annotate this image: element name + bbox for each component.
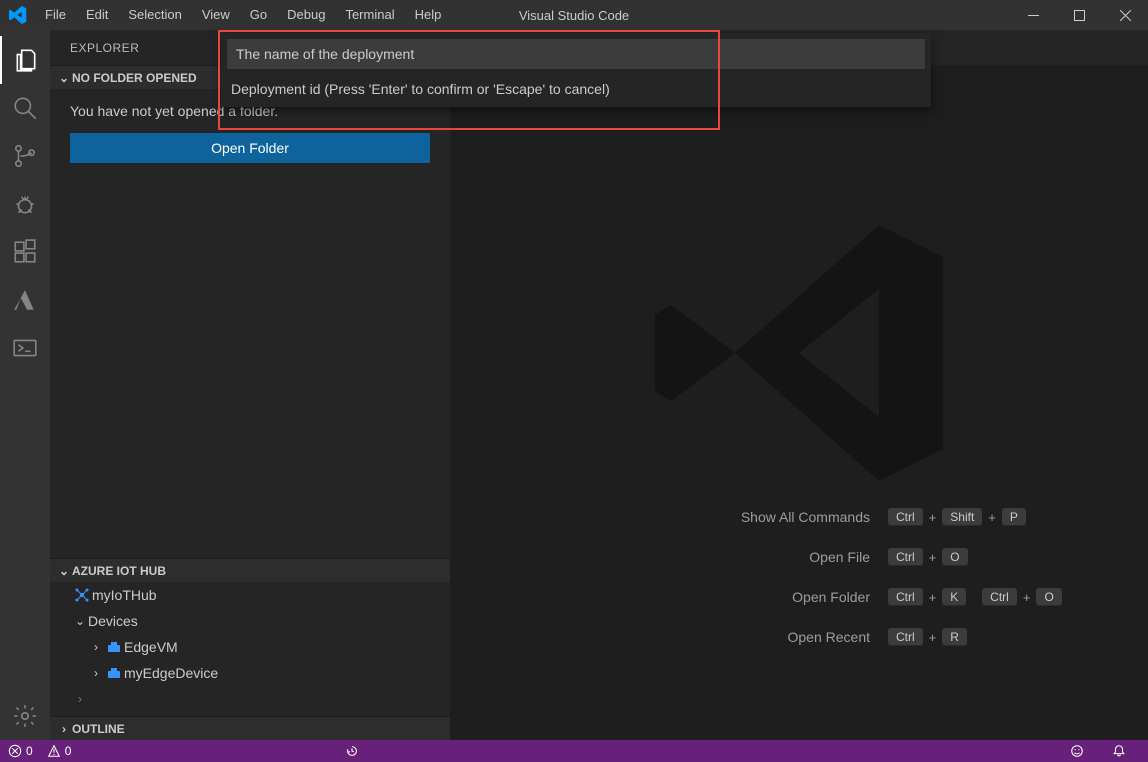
maximize-button[interactable]	[1056, 0, 1102, 30]
key-ctrl: Ctrl	[888, 548, 923, 566]
tree-devices[interactable]: ⌄ Devices	[50, 608, 450, 634]
close-button[interactable]	[1102, 0, 1148, 30]
menu-selection[interactable]: Selection	[118, 0, 191, 30]
shortcut-label: Show All Commands	[540, 509, 870, 525]
chevron-right-icon: ›	[72, 692, 88, 706]
status-warnings[interactable]: 0	[47, 744, 72, 758]
activity-source-control[interactable]	[0, 132, 50, 180]
sidebar-explorer: EXPLORER ⌄ NO FOLDER OPENED You have not…	[50, 30, 450, 740]
vscode-logo-icon	[0, 6, 35, 24]
activity-azure[interactable]	[0, 276, 50, 324]
no-folder-section-label: NO FOLDER OPENED	[72, 71, 197, 85]
tree-iothub-label: myIoTHub	[92, 587, 157, 603]
key-o: O	[1036, 588, 1061, 606]
shortcut-label: Open Recent	[540, 629, 870, 645]
smiley-icon	[1070, 744, 1084, 758]
activity-powershell[interactable]	[0, 324, 50, 372]
tree-device-label: EdgeVM	[124, 639, 178, 655]
status-feedback[interactable]	[1070, 744, 1084, 758]
key-ctrl: Ctrl	[888, 628, 923, 646]
activity-search[interactable]	[0, 84, 50, 132]
status-history[interactable]	[345, 744, 359, 758]
azure-iot-hub-section-header[interactable]: ⌄ AZURE IOT HUB	[50, 558, 450, 582]
tree-device-myedgedevice[interactable]: › myEdgeDevice	[50, 660, 450, 686]
activity-explorer[interactable]	[0, 36, 50, 84]
tree-device-edgevm[interactable]: › EdgeVM	[50, 634, 450, 660]
command-input-field-wrapper	[227, 39, 925, 69]
shortcut-open-recent: Open Recent Ctrl+ R	[540, 628, 1058, 646]
vscode-watermark	[639, 193, 959, 513]
status-error-count: 0	[26, 744, 33, 758]
key-ctrl: Ctrl	[982, 588, 1017, 606]
editor-area: Show All Commands Ctrl+ Shift+ P Open Fi…	[450, 30, 1148, 740]
bell-icon	[1112, 744, 1126, 758]
shortcut-label: Open File	[540, 549, 870, 565]
menu-go[interactable]: Go	[240, 0, 277, 30]
azure-iot-tree: myIoTHub ⌄ Devices › EdgeVM ›	[50, 582, 450, 716]
key-p: P	[1002, 508, 1026, 526]
status-errors[interactable]: 0	[8, 744, 33, 758]
menu-terminal[interactable]: Terminal	[335, 0, 404, 30]
key-ctrl: Ctrl	[888, 508, 923, 526]
key-ctrl: Ctrl	[888, 588, 923, 606]
key-shift: Shift	[942, 508, 982, 526]
chevron-down-icon: ⌄	[72, 614, 88, 628]
shortcut-show-commands: Show All Commands Ctrl+ Shift+ P	[540, 508, 1058, 526]
key-r: R	[942, 628, 967, 646]
status-bar: 0 0	[0, 740, 1148, 762]
window-controls	[1010, 0, 1148, 30]
title-bar: File Edit Selection View Go Debug Termin…	[0, 0, 1148, 30]
tree-devices-label: Devices	[88, 613, 138, 629]
menu-file[interactable]: File	[35, 0, 76, 30]
chevron-down-icon: ⌄	[56, 71, 72, 85]
error-icon	[8, 744, 22, 758]
welcome-shortcuts: Show All Commands Ctrl+ Shift+ P Open Fi…	[450, 508, 1148, 646]
tree-row-label	[88, 691, 92, 707]
command-input-palette: Deployment id (Press 'Enter' to confirm …	[221, 33, 931, 107]
tree-row-hidden[interactable]: ›	[50, 686, 450, 712]
open-folder-button[interactable]: Open Folder	[70, 133, 430, 163]
activity-bar	[0, 30, 50, 740]
edge-device-icon	[104, 639, 124, 655]
tree-iothub[interactable]: myIoTHub	[50, 582, 450, 608]
azure-iot-hub-label: AZURE IOT HUB	[72, 564, 166, 578]
outline-section-header[interactable]: › OUTLINE	[50, 716, 450, 740]
tree-device-label: myEdgeDevice	[124, 665, 218, 681]
activity-debug[interactable]	[0, 180, 50, 228]
warning-icon	[47, 744, 61, 758]
history-icon	[345, 744, 359, 758]
minimize-button[interactable]	[1010, 0, 1056, 30]
key-o: O	[942, 548, 967, 566]
chevron-right-icon: ›	[56, 722, 72, 736]
deployment-name-input[interactable]	[236, 46, 916, 62]
edge-device-icon	[104, 665, 124, 681]
menu-bar: File Edit Selection View Go Debug Termin…	[35, 0, 451, 30]
chevron-right-icon: ›	[88, 640, 104, 654]
vscode-watermark-icon	[639, 193, 959, 513]
iothub-icon	[72, 587, 92, 603]
shortcut-label: Open Folder	[540, 589, 870, 605]
status-warning-count: 0	[65, 744, 72, 758]
activity-settings[interactable]	[0, 692, 50, 740]
menu-help[interactable]: Help	[405, 0, 452, 30]
outline-label: OUTLINE	[72, 722, 125, 736]
activity-extensions[interactable]	[0, 228, 50, 276]
shortcut-open-file: Open File Ctrl+ O	[540, 548, 1058, 566]
menu-view[interactable]: View	[192, 0, 240, 30]
status-notifications[interactable]	[1112, 744, 1126, 758]
chevron-down-icon: ⌄	[56, 564, 72, 578]
window-title: Visual Studio Code	[519, 8, 629, 23]
command-input-hint: Deployment id (Press 'Enter' to confirm …	[221, 75, 931, 107]
menu-debug[interactable]: Debug	[277, 0, 335, 30]
menu-edit[interactable]: Edit	[76, 0, 118, 30]
chevron-right-icon: ›	[88, 666, 104, 680]
shortcut-open-folder: Open Folder Ctrl+ K Ctrl+ O	[540, 588, 1058, 606]
key-k: K	[942, 588, 966, 606]
